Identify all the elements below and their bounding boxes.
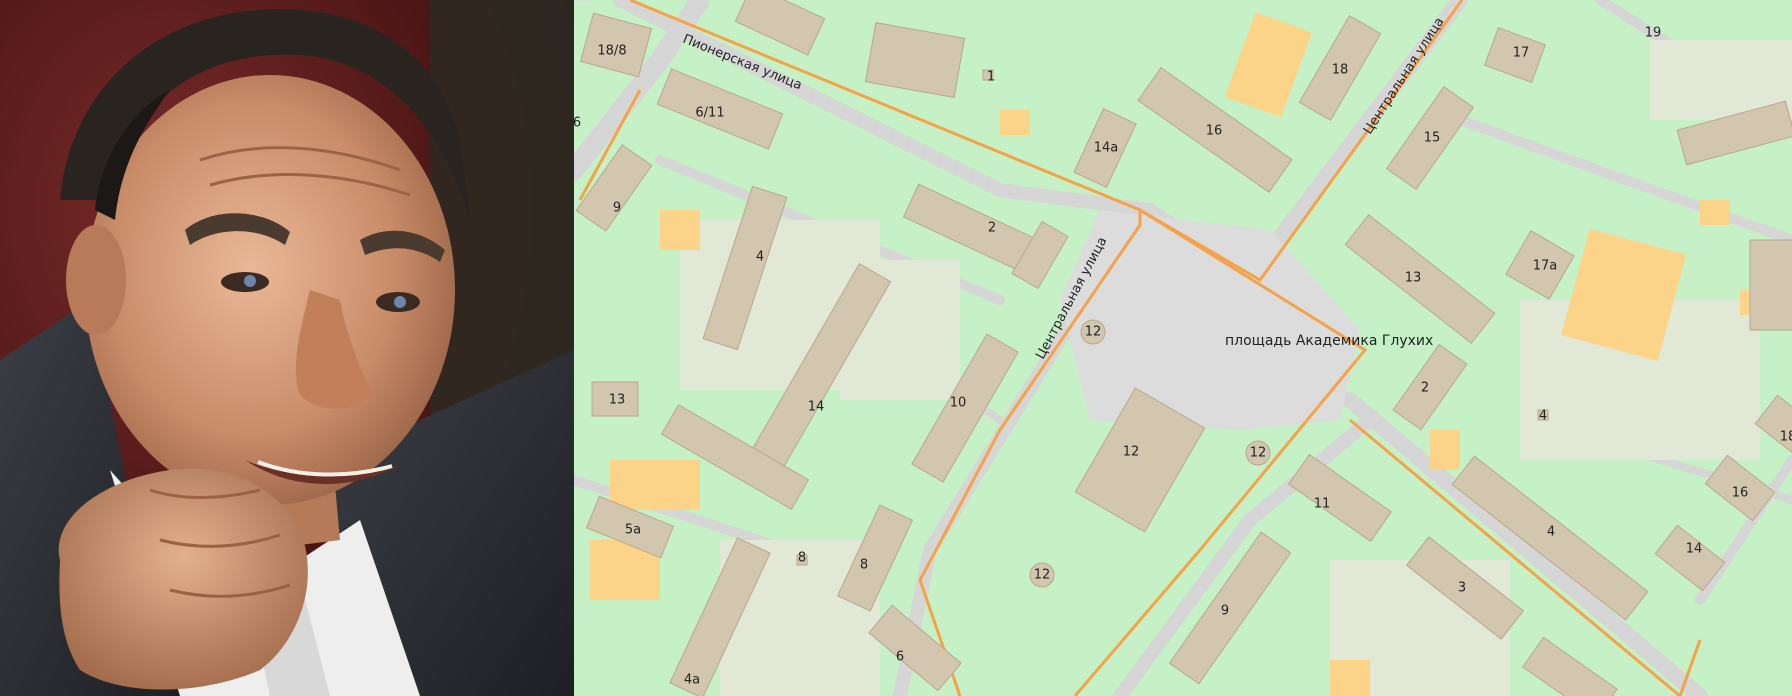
building-label: 3 bbox=[1458, 581, 1466, 596]
building-label: 17а bbox=[1533, 259, 1558, 274]
building-label: 11 bbox=[1314, 497, 1331, 512]
building-label: 4а bbox=[684, 673, 700, 688]
building-label: 5а bbox=[625, 523, 641, 538]
building-label: 12 bbox=[1250, 446, 1267, 461]
building-label: 18 bbox=[1332, 63, 1349, 78]
building bbox=[1749, 239, 1792, 331]
building-label: 17 bbox=[1513, 46, 1530, 61]
building-label: 8 bbox=[798, 551, 806, 566]
building-label: 16 bbox=[1732, 486, 1749, 501]
city-map[interactable]: Пионерская улица Центральная улица Центр… bbox=[574, 0, 1792, 696]
portrait-photo bbox=[0, 0, 574, 696]
building-label: 10 bbox=[950, 396, 967, 411]
commercial-area bbox=[1330, 660, 1370, 696]
building-label: 15 bbox=[1424, 131, 1441, 146]
commercial-area bbox=[1430, 430, 1460, 470]
building-label: 2 bbox=[1421, 381, 1429, 396]
building-label: 6 bbox=[574, 116, 581, 131]
building bbox=[1754, 394, 1792, 462]
building bbox=[1392, 343, 1468, 431]
building-label: 9 bbox=[1221, 604, 1229, 619]
building bbox=[864, 22, 966, 98]
building-label: 14 bbox=[1686, 542, 1703, 557]
building-label: 18/8 bbox=[597, 44, 626, 59]
building-label: 4 bbox=[1539, 409, 1547, 424]
commercial-area bbox=[1000, 110, 1030, 135]
building-label: 8 bbox=[860, 558, 868, 573]
building-label: 19 bbox=[1645, 26, 1662, 41]
building-label: 16 bbox=[1206, 124, 1223, 139]
building bbox=[734, 0, 826, 56]
hand bbox=[58, 468, 308, 690]
face bbox=[85, 75, 455, 505]
building-label: 2 bbox=[988, 221, 996, 236]
commercial-area bbox=[660, 210, 700, 250]
square-label: площадь Академика Глухих bbox=[1225, 333, 1433, 349]
building-label: 1 bbox=[987, 70, 995, 85]
building-label: 6/11 bbox=[695, 106, 724, 121]
building-label: 13 bbox=[609, 393, 626, 408]
commercial-area bbox=[1224, 12, 1312, 118]
commercial-area bbox=[1700, 200, 1730, 225]
building-label: 4 bbox=[1547, 525, 1555, 540]
commercial-area bbox=[610, 460, 700, 510]
building-label: 9 bbox=[613, 201, 621, 216]
building-label: 6 bbox=[896, 650, 904, 665]
building-label: 14а bbox=[1094, 141, 1119, 156]
building-label: 4 bbox=[756, 250, 764, 265]
building-label: 13 bbox=[1405, 271, 1422, 286]
building bbox=[1288, 453, 1392, 543]
building bbox=[1522, 636, 1618, 696]
building-label: 12 bbox=[1085, 325, 1102, 340]
building-label: 12 bbox=[1034, 568, 1051, 583]
building-label: 12 bbox=[1123, 445, 1140, 460]
building-label: 14 bbox=[808, 400, 825, 415]
building-label: 18 bbox=[1780, 430, 1792, 445]
